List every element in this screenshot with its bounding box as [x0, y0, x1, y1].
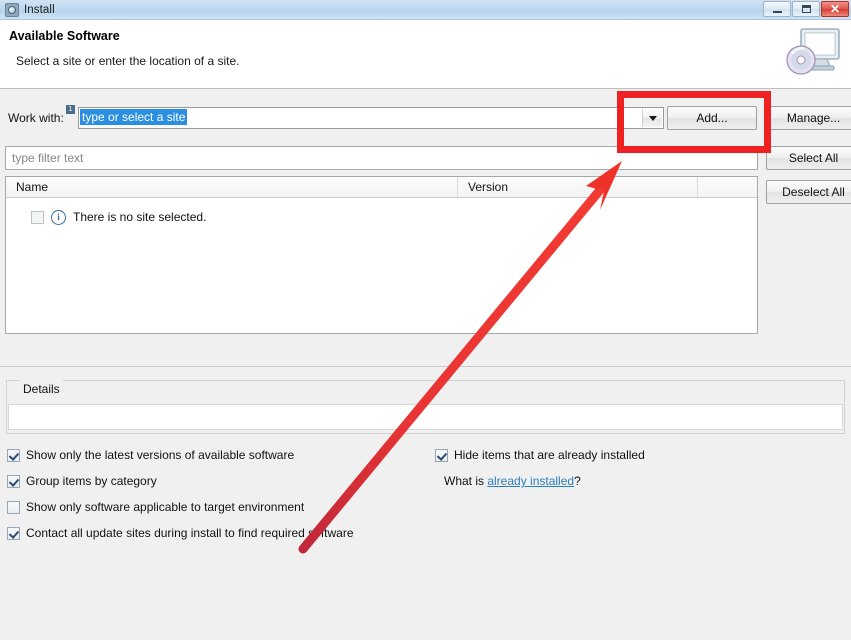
option-group-by-category-label: Group items by category — [26, 474, 157, 488]
page-title: Available Software — [9, 29, 120, 43]
table-row[interactable]: i There is no site selected. — [6, 207, 757, 227]
close-button[interactable]: ✕ — [821, 1, 849, 17]
option-show-latest-versions-label: Show only the latest versions of availab… — [26, 448, 295, 462]
option-target-environment-checkbox[interactable] — [7, 500, 20, 514]
add-button[interactable]: Add... — [667, 106, 757, 130]
chevron-down-icon — [648, 115, 657, 121]
work-with-badge: 1 — [66, 105, 75, 114]
option-show-latest-versions[interactable]: Show only the latest versions of availab… — [7, 448, 294, 462]
select-all-button[interactable]: Select All — [766, 146, 851, 170]
section-divider — [0, 366, 851, 367]
minimize-icon — [772, 10, 782, 13]
what-is-prefix: What is — [444, 474, 488, 488]
what-is-suffix: ? — [574, 474, 581, 488]
dialog-body — [0, 90, 851, 640]
wizard-header: Available Software Select a site or ente… — [0, 20, 851, 89]
option-group-by-category-checkbox[interactable] — [7, 474, 20, 488]
column-header-version[interactable]: Version — [458, 177, 698, 197]
work-with-input[interactable]: type or select a site — [80, 109, 188, 125]
option-contact-update-sites[interactable]: Contact all update sites during install … — [7, 526, 354, 540]
work-with-combobox[interactable]: type or select a site — [78, 107, 664, 129]
option-hide-installed[interactable]: Hide items that are already installed — [435, 448, 645, 462]
column-header-name[interactable]: Name — [6, 177, 458, 197]
table-header: Name Version — [6, 177, 757, 198]
option-contact-update-sites-label: Contact all update sites during install … — [26, 526, 354, 540]
what-is-already-installed: What is already installed? — [444, 474, 581, 488]
column-header-spacer — [698, 177, 757, 197]
option-group-by-category[interactable]: Group items by category — [7, 474, 157, 488]
available-software-table[interactable]: Name Version i There is no site selected… — [5, 176, 758, 334]
option-hide-installed-checkbox[interactable] — [435, 448, 448, 462]
install-wizard-window: Install ✕ Available Software Select a si… — [0, 0, 851, 640]
install-gear-icon — [5, 2, 19, 17]
maximize-icon — [801, 5, 811, 13]
work-with-label: Work with: — [8, 111, 64, 125]
monitor-with-disc-icon — [786, 28, 840, 75]
option-target-environment[interactable]: Show only software applicable to target … — [7, 500, 304, 514]
already-installed-link[interactable]: already installed — [487, 474, 574, 488]
window-title: Install — [24, 3, 55, 16]
maximize-button[interactable] — [792, 1, 820, 17]
details-text-area[interactable] — [8, 404, 843, 430]
close-icon: ✕ — [829, 2, 841, 16]
page-subtitle: Select a site or enter the location of a… — [16, 54, 240, 68]
row-checkbox[interactable] — [31, 210, 44, 224]
option-hide-installed-label: Hide items that are already installed — [454, 448, 645, 462]
row-name: There is no site selected. — [73, 210, 207, 224]
filter-input[interactable]: type filter text — [5, 146, 758, 170]
work-with-dropdown-button[interactable] — [642, 109, 662, 127]
info-icon: i — [51, 209, 66, 225]
title-bar: Install ✕ — [0, 0, 851, 20]
details-legend: Details — [20, 382, 63, 396]
minimize-button[interactable] — [763, 1, 791, 17]
manage-button[interactable]: Manage... — [766, 106, 851, 130]
window-controls: ✕ — [763, 1, 849, 17]
option-contact-update-sites-checkbox[interactable] — [7, 526, 20, 540]
option-target-environment-label: Show only software applicable to target … — [26, 500, 305, 514]
deselect-all-button[interactable]: Deselect All — [766, 180, 851, 204]
option-show-latest-versions-checkbox[interactable] — [7, 448, 20, 462]
